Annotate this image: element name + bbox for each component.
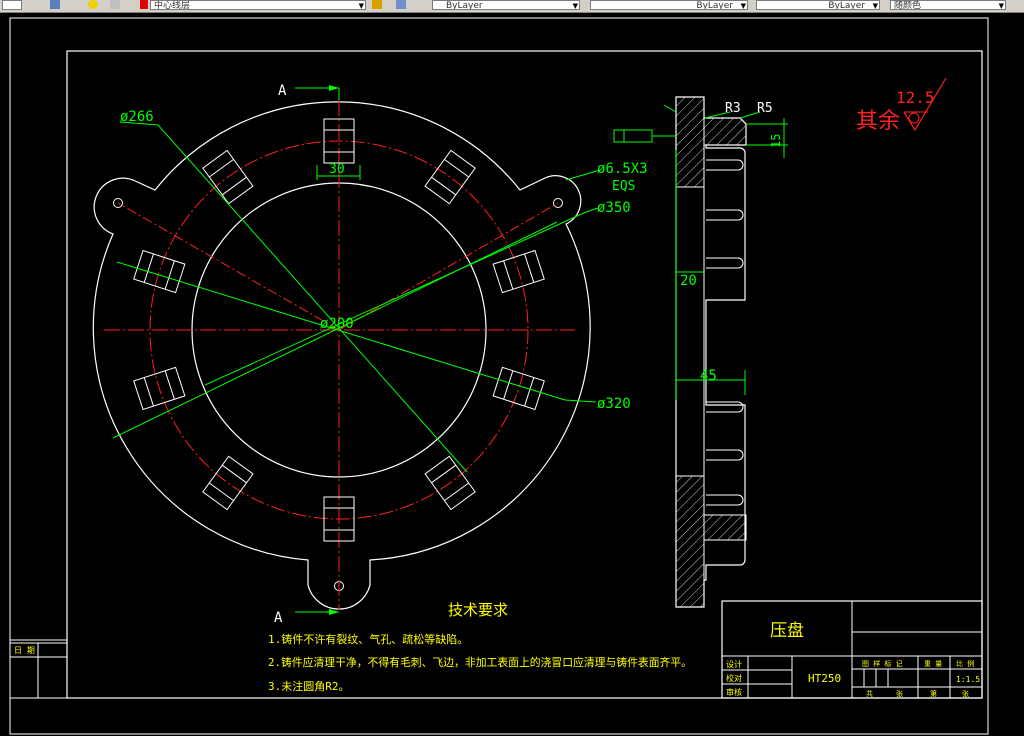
chevron-down-icon: ▼ (572, 2, 578, 10)
chevron-down-icon: ▼ (358, 2, 364, 10)
side-label: 日 期 (14, 646, 35, 655)
tech-req-item-3: 3.未注圆角R2。 (268, 679, 350, 693)
layer-previous-icon[interactable] (396, 0, 406, 9)
roughness-label: 其余 (856, 109, 900, 134)
dim-w45: 45 (700, 368, 717, 384)
slot-2 (424, 149, 476, 205)
slot-9 (133, 249, 186, 294)
chevron-down-icon: ▼ (872, 2, 878, 10)
dim-h15: 15 (769, 134, 783, 148)
title-footer-total: 共 (866, 689, 873, 698)
drawing-canvas[interactable]: 日 期 A A ø266 30 ø6.5X3 EQS ø350 ø200 ø32… (0, 12, 1024, 736)
layer-state-icon[interactable] (50, 0, 60, 9)
lineweight-dropdown-value: ByLayer (828, 1, 865, 10)
layer-dropdown[interactable]: 中心线层 ▼ (150, 0, 366, 10)
title-footer-sheet1: 张 (896, 689, 903, 698)
dim-d350: ø350 (597, 200, 631, 216)
dim-slot-width: 30 (329, 162, 345, 177)
dim-d266: ø266 (120, 109, 154, 125)
title-col-scale: 比 例 (956, 659, 974, 668)
dim-r3: R3 (725, 101, 741, 116)
title-material: HT250 (808, 672, 841, 685)
title-col-mark: 图 样 标 记 (862, 659, 903, 668)
dim-d200: ø200 (320, 316, 354, 332)
tech-req-title: 技术要求 (448, 601, 508, 619)
color-swatch-icon (140, 0, 148, 9)
roughness-value: 12.5 (896, 88, 935, 107)
layer-manager-button[interactable] (2, 0, 22, 10)
title-checker-label: 校对 (726, 673, 742, 683)
plotstyle-dropdown[interactable]: 随颜色 ▼ (890, 0, 1006, 10)
outer-border (9, 17, 989, 735)
color-dropdown-value: ByLayer (446, 1, 483, 10)
linetype-dropdown-value: ByLayer (696, 1, 733, 10)
dim-eqs: EQS (612, 179, 635, 194)
lineweight-dropdown[interactable]: ByLayer ▼ (756, 0, 880, 10)
tech-req-item-1: 1.铸件不许有裂纹、气孔、疏松等缺陷。 (268, 632, 468, 646)
bulb-icon[interactable] (88, 0, 98, 9)
plotstyle-dropdown-value: 随颜色 (894, 1, 922, 10)
title-col-weight: 重 量 (924, 660, 942, 668)
title-scale: 1:1.5 (956, 675, 980, 684)
title-footer-no: 第 (930, 689, 937, 698)
dim-h20: 20 (680, 273, 697, 289)
lock-icon[interactable] (110, 0, 120, 9)
label-section-top: A (278, 83, 287, 99)
label-section-bottom: A (274, 610, 283, 626)
title-part-name: 压盘 (770, 621, 804, 641)
make-current-icon[interactable] (372, 0, 382, 9)
dim-holes: ø6.5X3 (597, 161, 648, 177)
slot-7 (202, 455, 254, 511)
color-dropdown[interactable]: ByLayer ▼ (432, 0, 580, 10)
title-footer-sheet2: 张 (962, 689, 969, 698)
surface-roughness: 其余 12.5 (856, 77, 947, 134)
tech-req-item-2: 2.铸件应清理干净，不得有毛刺、飞边，非加工表面上的浇冒口应清理与铸件表面齐平。 (268, 655, 692, 669)
title-block: 压盘 HT250 设计 校对 审核 图 样 标 记 重 量 比 例 1:1.5 … (721, 600, 983, 699)
slot-4 (492, 366, 545, 411)
layer-dropdown-value: 中心线层 (154, 1, 191, 10)
title-approver-label: 审核 (726, 687, 742, 697)
front-view: A A ø266 30 ø6.5X3 EQS ø350 ø200 ø320 (92, 83, 648, 626)
title-designer-label: 设计 (726, 659, 742, 669)
chevron-down-icon: ▼ (740, 2, 746, 10)
dim-r5: R5 (757, 101, 773, 116)
outer-contour (92, 101, 591, 610)
technical-requirements: 技术要求 1.铸件不许有裂纹、气孔、疏松等缺陷。 2.铸件应清理干净，不得有毛刺… (268, 601, 692, 693)
dim-d320: ø320 (597, 396, 631, 412)
linetype-dropdown[interactable]: ByLayer ▼ (590, 0, 748, 10)
chevron-down-icon: ▼ (998, 2, 1004, 10)
